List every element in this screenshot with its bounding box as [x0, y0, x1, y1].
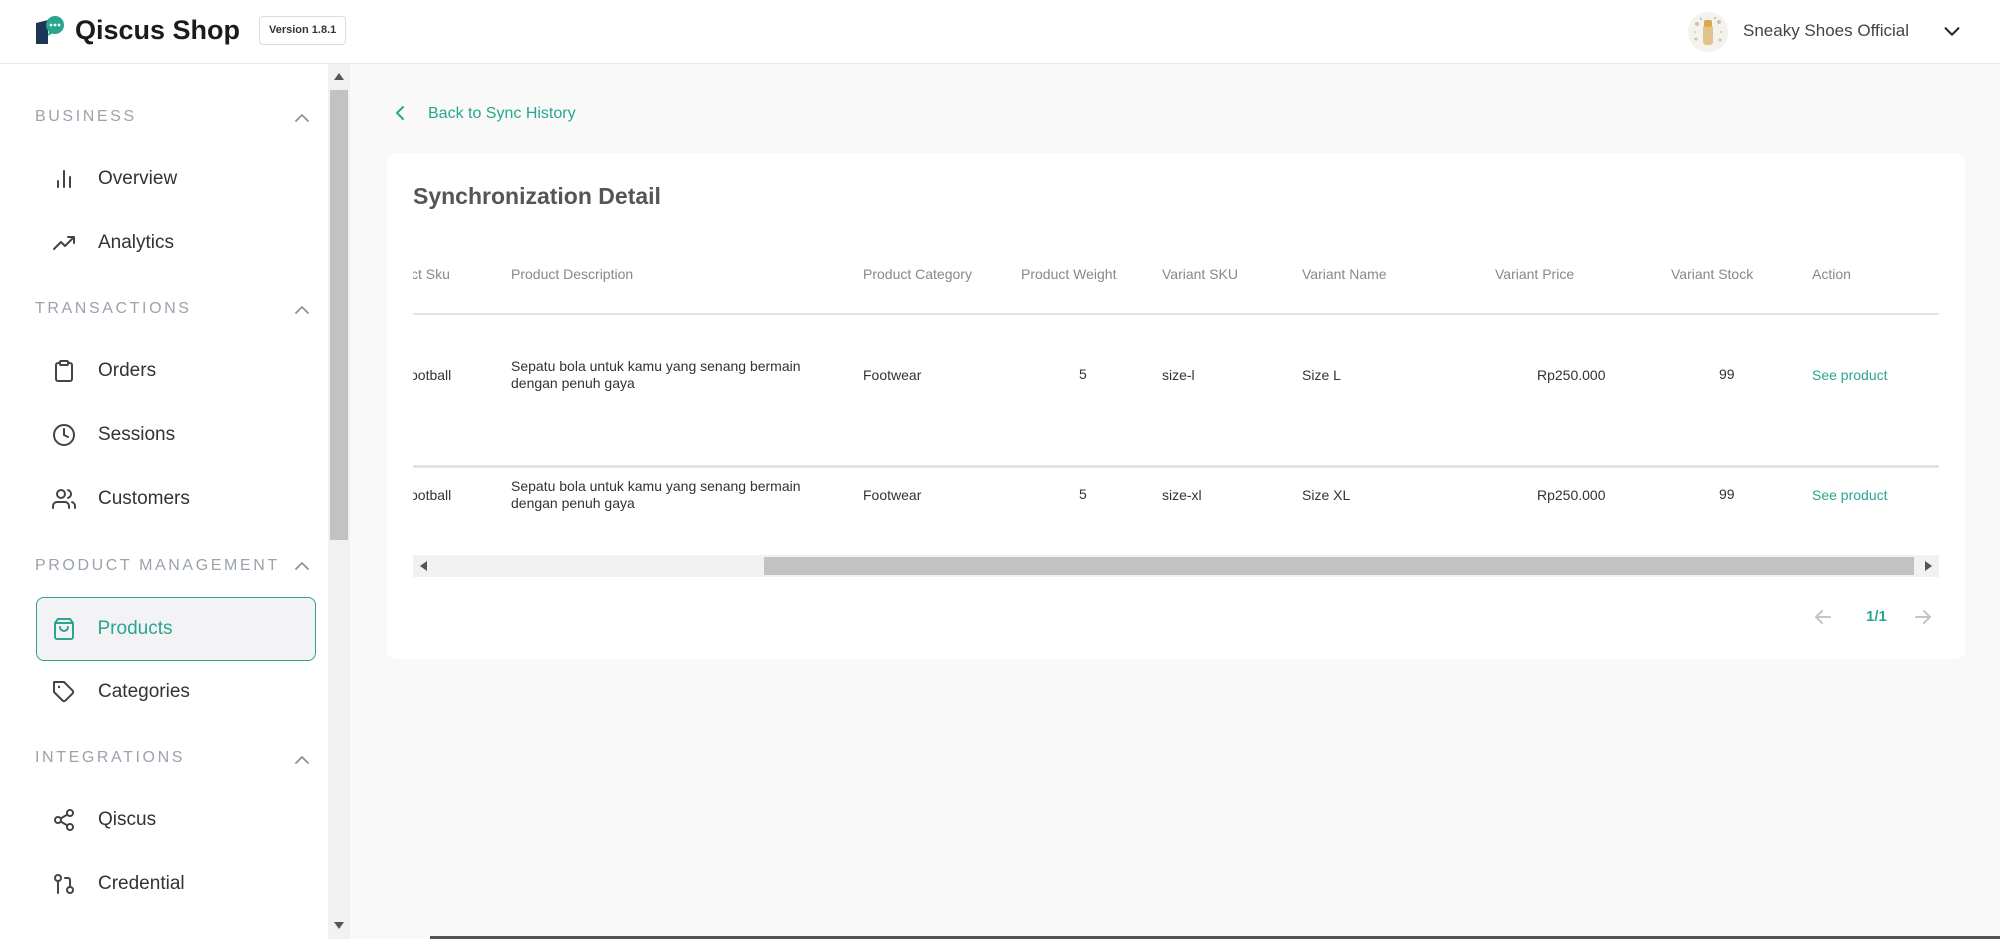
app-title: Qiscus Shop	[75, 15, 241, 45]
sidebar-item-label: Sessions	[98, 424, 176, 445]
cell-variant-sku: size-xl	[1162, 487, 1202, 503]
column-header-variant-price: Variant Price	[1495, 266, 1575, 282]
sidebar-item-label: Products	[97, 617, 173, 639]
cell-variant-name: Size L	[1302, 367, 1341, 383]
section-label-business: BUSINESS	[35, 108, 137, 125]
section-label-product-management: PRODUCT MANAGEMENT	[35, 557, 280, 574]
sidebar-item-label: Orders	[98, 360, 157, 381]
pagination-indicator: 1/1	[1866, 608, 1887, 625]
store-name[interactable]: Sneaky Shoes Official	[1743, 20, 1909, 42]
column-header-variant-name: Variant Name	[1302, 266, 1387, 282]
users-icon	[52, 489, 76, 509]
scroll-right-arrow-icon[interactable]	[1925, 561, 1932, 571]
cell-product-weight: 5	[1079, 486, 1087, 502]
clipboard-icon	[55, 360, 73, 382]
chevron-up-icon[interactable]	[292, 556, 312, 576]
sidebar-item-label: Analytics	[98, 232, 175, 253]
chevron-up-icon[interactable]	[292, 750, 312, 770]
sidebar-item-label: Credential	[98, 873, 185, 894]
cell-product-sku: ootball	[413, 367, 452, 383]
chevron-left-icon	[396, 106, 404, 120]
store-avatar-image-icon	[1688, 12, 1728, 52]
arrow-right-icon[interactable]	[1911, 605, 1935, 629]
sidebar-item-products[interactable]: Products	[36, 597, 316, 661]
section-label-integrations: INTEGRATIONS	[35, 749, 186, 766]
cell-product-category: Footwear	[863, 367, 922, 383]
sidebar-item-label: Overview	[98, 168, 178, 189]
cell-variant-stock: 99	[1719, 486, 1735, 502]
trending-up-icon	[53, 236, 75, 250]
sidebar-item-analytics[interactable]: Analytics	[36, 211, 316, 275]
sidebar-scrollbar[interactable]	[328, 64, 350, 939]
cell-product-description: Sepatu bola untuk kamu yang senang berma…	[511, 478, 801, 511]
sidebar-item-qiscus[interactable]: Qiscus	[36, 788, 316, 852]
row-divider	[413, 465, 1939, 467]
column-header-product-weight: Product Weight	[1021, 266, 1117, 282]
chevron-up-icon[interactable]	[292, 108, 312, 128]
cell-product-weight: 5	[1079, 366, 1087, 382]
store-avatar[interactable]	[1688, 12, 1728, 52]
back-link-label: Back to Sync History	[428, 105, 576, 122]
sidebar-item-customers[interactable]: Customers	[36, 467, 316, 531]
column-header-variant-stock: Variant Stock	[1671, 266, 1754, 282]
scrollbar-thumb[interactable]	[330, 90, 348, 540]
cell-product-sku: ootball	[413, 487, 452, 503]
sidebar-item-credential[interactable]: Credential	[36, 852, 316, 916]
scroll-left-arrow-icon[interactable]	[420, 561, 427, 571]
shopping-bag-icon	[53, 617, 74, 640]
column-header-product-sku: ct Sku	[413, 266, 450, 282]
sidebar-item-sessions[interactable]: Sessions	[36, 403, 316, 467]
clock-icon	[53, 424, 75, 446]
cell-variant-price: Rp250.000	[1537, 367, 1606, 383]
header-divider	[413, 313, 1939, 315]
sidebar-item-categories[interactable]: Categories	[36, 660, 316, 724]
top-header: Qiscus Shop Version 1.8.1 Sneaky Shoes O…	[0, 0, 2000, 64]
page-title: Synchronization Detail	[413, 183, 661, 209]
version-badge: Version 1.8.1	[259, 16, 347, 45]
sidebar-item-label: Qiscus	[98, 809, 157, 830]
chevron-down-icon[interactable]	[1941, 20, 1963, 42]
scroll-up-arrow-icon[interactable]	[334, 73, 344, 80]
column-header-variant-sku: Variant SKU	[1162, 266, 1238, 282]
column-header-product-category: Product Category	[863, 266, 972, 282]
share-icon	[54, 809, 74, 831]
chevron-up-icon[interactable]	[292, 300, 312, 320]
sync-detail-card: Synchronization Detail ct Sku Product De…	[387, 153, 1965, 659]
sidebar-item-overview[interactable]: Overview	[36, 147, 316, 211]
see-product-link[interactable]: See product	[1812, 487, 1888, 504]
cell-variant-name: Size XL	[1302, 487, 1351, 503]
column-header-product-description: Product Description	[511, 266, 634, 282]
sidebar: BUSINESS Overview Analytics TRANSACTIONS…	[0, 64, 328, 939]
cell-product-description: Sepatu bola untuk kamu yang senang berma…	[511, 358, 801, 391]
qiscus-logo-icon	[36, 16, 64, 44]
cell-variant-sku: size-l	[1162, 367, 1195, 383]
sidebar-item-orders[interactable]: Orders	[36, 339, 316, 403]
scrollbar-thumb[interactable]	[764, 557, 1914, 575]
cell-variant-stock: 99	[1719, 366, 1735, 382]
section-label-transactions: TRANSACTIONS	[35, 300, 192, 317]
arrow-left-icon[interactable]	[1811, 605, 1835, 629]
tag-icon	[53, 681, 75, 703]
bar-chart-icon	[57, 170, 71, 188]
cell-variant-price: Rp250.000	[1537, 487, 1606, 503]
column-header-action: Action	[1812, 266, 1851, 282]
see-product-link[interactable]: See product	[1812, 367, 1888, 384]
cell-product-category: Footwear	[863, 487, 922, 503]
sidebar-item-label: Customers	[98, 488, 190, 509]
scroll-down-arrow-icon[interactable]	[334, 922, 344, 929]
git-pull-request-icon	[54, 874, 74, 894]
sidebar-item-label: Categories	[98, 681, 190, 702]
sync-detail-table: ct Sku Product Description Product Categ…	[413, 249, 1939, 585]
table-horizontal-scrollbar[interactable]	[413, 555, 1939, 577]
